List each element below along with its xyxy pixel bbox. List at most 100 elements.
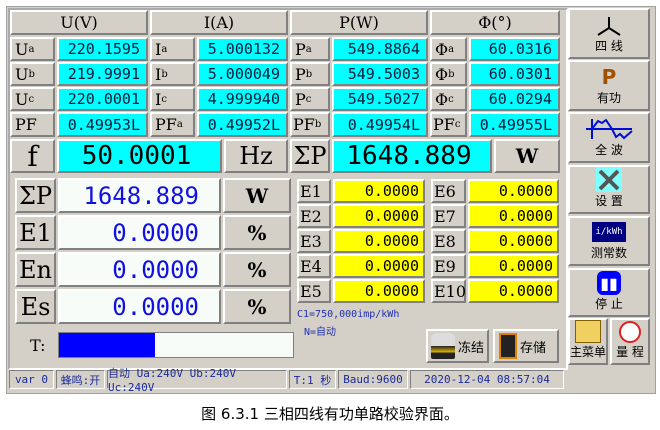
pfb-value: 0.49954L	[332, 112, 428, 137]
header-power: P(W)	[290, 10, 428, 35]
freeze-button[interactable]: 冻结	[426, 329, 489, 363]
pf-label: PF	[10, 112, 55, 137]
active-label: 有功	[596, 91, 621, 105]
gauge-icon	[619, 321, 641, 343]
n-mode-text: N=自动	[304, 327, 337, 338]
settings-button[interactable]: 设 置	[568, 165, 650, 214]
pfa-sub: a	[176, 119, 183, 130]
sum-power-value: 1648.889	[332, 139, 492, 173]
progress-bar	[58, 332, 294, 358]
f-c-value: 60.0294	[469, 87, 560, 111]
meas-value-0: 1648.889	[58, 178, 221, 213]
measure-constant-label: 测常数	[590, 246, 627, 260]
meas-unit-2: %	[223, 252, 291, 287]
error-label-E6: E6	[431, 179, 466, 203]
u-c-label: Uc	[10, 87, 55, 111]
i-b-value: 5.000049	[197, 62, 288, 86]
pfc-value: 0.49955L	[469, 112, 560, 137]
symbol: Φ	[435, 64, 449, 84]
error-value-E3: 0.0000	[333, 229, 425, 253]
phase-sub: b	[448, 68, 455, 80]
kwh-icon: i/kWh	[592, 222, 626, 242]
four-wire-button[interactable]: 四 线	[568, 8, 650, 59]
main-menu-button[interactable]: 主菜单	[568, 318, 608, 365]
status-var: var 0	[9, 370, 54, 389]
pfc-sub: c	[454, 119, 461, 130]
pfa-value: 0.49952L	[197, 112, 288, 137]
u-b-label: Ub	[10, 62, 55, 86]
pf-label-text: PF	[15, 115, 37, 134]
status-buzzer: 蜂鸣:开	[56, 370, 105, 389]
f-c-label: Φc	[430, 87, 467, 111]
error-value-E2: 0.0000	[333, 204, 425, 228]
u-b-value: 219.9991	[57, 62, 148, 86]
measure-constant-button[interactable]: i/kWh 测常数	[568, 216, 650, 266]
u-c-value: 220.0001	[57, 87, 148, 111]
pfb-label-text: PF	[293, 115, 315, 134]
pfc-label-text: PF	[433, 115, 455, 134]
symbol: Φ	[435, 89, 449, 109]
i-c-value: 4.999940	[197, 87, 288, 111]
full-wave-button[interactable]: 全 波	[568, 112, 650, 163]
error-value-E1: 0.0000	[333, 179, 425, 203]
progress-label: T:	[30, 336, 46, 355]
y-connection-icon	[597, 17, 621, 36]
error-label-E1: E1	[297, 179, 331, 203]
f-a-label: Φa	[430, 37, 467, 61]
error-label-E4: E4	[297, 254, 331, 278]
pfb-sub: b	[314, 119, 322, 130]
error-value-E10: 0.0000	[468, 279, 559, 303]
meas-value-2: 0.0000	[58, 252, 221, 287]
error-label-E5: E5	[297, 279, 331, 303]
i-c-label: Ic	[150, 87, 195, 111]
phase-sub: b	[305, 68, 313, 80]
pf-value: 0.49953L	[57, 112, 148, 137]
phase-sub: c	[305, 93, 312, 105]
freq-value: 50.0001	[57, 139, 222, 173]
freq-unit: Hz	[224, 139, 288, 173]
figure-caption: 图 6.3.1 三相四线有功单路校验界面。	[201, 405, 459, 423]
p-c-label: Pc	[290, 87, 330, 111]
error-value-E7: 0.0000	[468, 204, 559, 228]
save-label: 存储	[520, 340, 547, 356]
error-value-E6: 0.0000	[468, 179, 559, 203]
p-a-label: Pa	[290, 37, 330, 61]
folder-icon	[575, 320, 601, 343]
symbol: Φ	[435, 39, 449, 59]
lock-icon	[431, 333, 455, 359]
save-button[interactable]: 存储	[493, 329, 559, 363]
phase-sub: b	[28, 68, 35, 80]
p-icon: P	[601, 65, 617, 89]
meas-unit-3: %	[223, 289, 291, 324]
p-b-value: 549.5003	[332, 62, 428, 86]
meas-value-1: 0.0000	[58, 215, 221, 250]
p-b-label: Pb	[290, 62, 330, 86]
header-current: I(A)	[150, 10, 288, 35]
pfc-label: PF c	[430, 112, 467, 137]
meas-label-2: En	[15, 252, 56, 287]
header-phase: Φ(°)	[430, 10, 560, 35]
symbol: U	[15, 89, 29, 109]
symbol: U	[15, 39, 29, 59]
symbol: P	[295, 64, 306, 84]
freeze-label: 冻结	[458, 340, 485, 356]
pause-icon: ▮▮	[597, 271, 621, 295]
meas-unit-0: W	[223, 178, 291, 213]
error-label-E2: E2	[297, 204, 331, 228]
error-value-E5: 0.0000	[333, 279, 425, 303]
error-label-E10: E10	[431, 279, 466, 303]
meter-constant-text: C1=750,000imp/kWh	[297, 309, 400, 320]
u-a-value: 220.1595	[57, 37, 148, 61]
f-b-label: Φb	[430, 62, 467, 86]
phase-sub: a	[161, 43, 168, 55]
stop-button[interactable]: ▮▮ 停 止	[568, 268, 650, 317]
error-value-E4: 0.0000	[333, 254, 425, 278]
active-power-button[interactable]: P 有功	[568, 60, 650, 111]
range-button[interactable]: 量 程	[610, 318, 650, 365]
range-label: 量 程	[616, 345, 644, 359]
pfa-label: PF a	[150, 112, 195, 137]
phase-sub: c	[448, 93, 454, 105]
meas-label-0: ΣP	[15, 178, 56, 213]
sum-power-label: ΣP	[290, 139, 330, 173]
status-auto-range: 自动 Ua:240V Ub:240V Uc:240V	[107, 367, 287, 394]
